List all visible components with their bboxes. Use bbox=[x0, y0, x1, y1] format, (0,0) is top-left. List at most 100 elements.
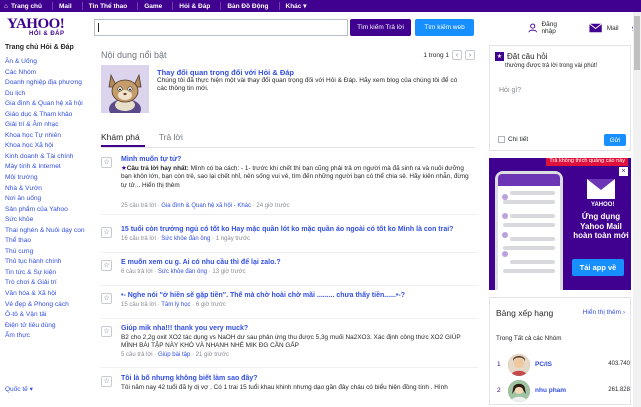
sidebar-category-link[interactable]: Doanh nghiệp địa phương bbox=[5, 78, 90, 89]
nav-more[interactable]: Khác ▾ bbox=[280, 2, 317, 10]
category-list: Ăn & Uống Các Nhóm Doanh nghiệp địa phương… bbox=[5, 57, 90, 342]
answer-count: 15 câu trả lời bbox=[121, 302, 156, 308]
sidebar-category-link[interactable]: Thể thao bbox=[5, 236, 90, 247]
avatar[interactable] bbox=[508, 380, 530, 402]
sidebar-category-link[interactable]: Môi trường bbox=[5, 173, 90, 184]
sidebar-category-link[interactable]: Nhà & Vườn bbox=[5, 184, 90, 195]
question-time: 6 giờ trước bbox=[195, 302, 226, 308]
nav-games[interactable]: Game bbox=[138, 3, 172, 10]
star-icon[interactable]: ☆ bbox=[101, 227, 112, 238]
question-title-link[interactable]: Tôi là bố nhưng không biết làm sao đây? bbox=[121, 375, 258, 382]
user-name-link[interactable]: PC/IS bbox=[535, 361, 552, 368]
avatar[interactable] bbox=[508, 354, 530, 376]
country-selector[interactable]: Quốc tế ▾ bbox=[5, 385, 33, 393]
sidebar-category-link[interactable]: Thai nghén & Nuôi dạy con bbox=[5, 226, 90, 237]
nav-answers[interactable]: Hỏi & Đáp bbox=[173, 3, 220, 10]
text-caret bbox=[98, 23, 99, 32]
next-arrow-icon[interactable]: › bbox=[465, 50, 475, 60]
question-title-link[interactable]: 15 tuổi còn trưởng ngủ có tốt ko Hay mặc… bbox=[121, 226, 453, 233]
sidebar-category-link[interactable]: Nơi ăn uống bbox=[5, 194, 90, 205]
sidebar-category-link[interactable]: Ăn & Uống bbox=[5, 57, 90, 68]
scrollbar-thumb[interactable] bbox=[634, 16, 640, 70]
question-title-link[interactable]: E muốn xem cu g. Ai có nhu cầu thì để lạ… bbox=[121, 259, 281, 266]
question-category-link[interactable]: Giúp bài tập bbox=[158, 352, 190, 358]
sidebar-category-link[interactable]: Thú cưng bbox=[5, 247, 90, 258]
nav-maps[interactable]: Bản Đồ Động bbox=[221, 3, 278, 10]
nav-mail[interactable]: Mail bbox=[53, 3, 82, 10]
question-title-link[interactable]: Mình muốn tự tử? bbox=[121, 156, 181, 163]
question-title-link[interactable]: •- Nghe nói "ở hiền sẽ gặp tiền". Thế mà… bbox=[121, 292, 405, 299]
sidebar-category-link[interactable]: Tin tức & Sự kiện bbox=[5, 268, 90, 279]
sidebar-category-link[interactable]: Thủ tục hành chính bbox=[5, 257, 90, 268]
close-icon[interactable]: × bbox=[619, 167, 628, 176]
sidebar-home-link[interactable]: Trang chủ Hỏi & Đáp bbox=[5, 44, 90, 51]
search-web-button[interactable]: Tìm kiếm web bbox=[415, 19, 474, 36]
leaderboard-filter[interactable]: Trong Tất cả các Nhóm bbox=[496, 335, 561, 342]
leaderboard-more-label: Hiển thị thêm bbox=[582, 309, 622, 316]
yahoo-answers-logo[interactable]: YAHOO! HỎI & ĐÁP bbox=[7, 17, 65, 38]
chevron-down-icon: ▾ bbox=[29, 386, 33, 393]
sidebar-category-link[interactable]: Văn hóa & Xã hội bbox=[5, 289, 90, 300]
send-question-button[interactable]: Gửi bbox=[604, 134, 626, 146]
phone-avatar-dot bbox=[502, 232, 508, 238]
question-category-link[interactable]: Tâm lý học bbox=[161, 302, 190, 308]
sidebar-category-link[interactable]: Kinh doanh & Tài chính bbox=[5, 152, 90, 163]
mail-envelope-icon[interactable] bbox=[589, 23, 603, 33]
phone-mockup-image bbox=[495, 171, 563, 290]
details-label: Chi tiết bbox=[508, 136, 529, 143]
question-answer-excerpt: ★Câu trả lời hay nhất: Mình có ba cách: … bbox=[121, 165, 471, 190]
ad-feedback-badge[interactable]: Trả không thích quảng cáo này bbox=[546, 158, 628, 166]
sidebar-category-link[interactable]: Các Nhóm bbox=[5, 68, 90, 79]
nav-sports[interactable]: Tin Thể thao bbox=[83, 3, 138, 10]
mail-link[interactable]: Mail bbox=[607, 25, 619, 32]
prev-arrow-icon[interactable]: ‹ bbox=[452, 50, 462, 60]
question-time: 21 giờ trước bbox=[195, 352, 229, 358]
featured-header: Nội dung nổi bật 1 trong 1 ‹ › bbox=[101, 50, 475, 60]
question-category-link[interactable]: Sức khỏe đàn ông bbox=[158, 269, 207, 275]
sidebar-category-link[interactable]: Khoa học Tự nhiên bbox=[5, 131, 90, 142]
featured-title-link[interactable]: Thay đổi quan trọng đối với Hỏi & Đáp bbox=[157, 68, 294, 77]
sidebar-category-link[interactable]: Trò chơi & Giải trí bbox=[5, 278, 90, 289]
sidebar-category-link[interactable]: Vẻ đẹp & Phong cách bbox=[5, 300, 90, 311]
sidebar-category-link[interactable]: Sản phẩm của Yahoo bbox=[5, 205, 90, 216]
question-tabs: Khám phá Trả lời bbox=[101, 128, 475, 148]
sidebar-category-link[interactable]: Điện tử tiêu dùng bbox=[5, 321, 90, 332]
star-icon[interactable]: ☆ bbox=[101, 326, 112, 337]
sidebar-category-link[interactable]: Giáo dục & Tham khảo bbox=[5, 110, 90, 121]
leaderboard-more-link[interactable]: Hiển thị thêm › bbox=[583, 309, 625, 316]
signin-link[interactable]: Đăng nhập bbox=[541, 21, 571, 35]
answer-count: 16 câu trả lời bbox=[121, 236, 156, 242]
user-name-link[interactable]: nhu pham bbox=[535, 387, 566, 394]
star-icon[interactable]: ☆ bbox=[101, 293, 112, 304]
page-scrollbar[interactable] bbox=[633, 12, 641, 407]
download-app-button[interactable]: Tải app về bbox=[572, 259, 624, 276]
search-input[interactable] bbox=[94, 19, 348, 36]
checkbox-box[interactable] bbox=[498, 136, 505, 143]
tab-discover[interactable]: Khám phá bbox=[101, 128, 145, 147]
details-checkbox[interactable]: Chi tiết bbox=[498, 136, 528, 143]
sidebar-category-link[interactable]: Sức khỏe bbox=[5, 215, 90, 226]
sidebar-category-link[interactable]: Khoa học Xã hội bbox=[5, 141, 90, 152]
tab-answer[interactable]: Trả lời bbox=[159, 128, 188, 147]
sidebar-category-link[interactable]: Gia đình & Quan hệ xã hội bbox=[5, 99, 90, 110]
phone-mail-line bbox=[503, 246, 555, 250]
nav-home[interactable]: ⌂ Trang chủ bbox=[0, 3, 52, 10]
search-answers-button[interactable]: Tìm kiếm Trả lời bbox=[350, 19, 411, 36]
ask-question-textarea[interactable]: Hỏi gì? bbox=[496, 84, 625, 129]
sidebar-category-link[interactable]: Máy tính & Internet bbox=[5, 162, 90, 173]
yahoo-mail-ad[interactable]: YAHOO! Ứng dụng Yahoo Mail hoàn toàn mới… bbox=[489, 158, 631, 290]
leaderboard-row[interactable]: 2 nhu pham 261.828 bbox=[496, 380, 630, 402]
sidebar-category-link[interactable]: Giải trí & Âm nhạc bbox=[5, 120, 90, 131]
question-title-link[interactable]: Giúp mik nha!!! thank you very muck? bbox=[121, 325, 248, 332]
star-icon[interactable]: ☆ bbox=[101, 260, 112, 271]
star-icon[interactable]: ☆ bbox=[101, 157, 112, 168]
sidebar-category-link[interactable]: Du lịch bbox=[5, 89, 90, 100]
leaderboard-row[interactable]: 1 PC/IS 403.740 bbox=[496, 354, 630, 376]
sidebar-category-link[interactable]: Ẩm thực bbox=[5, 331, 90, 342]
user-icon[interactable] bbox=[528, 23, 537, 33]
question-category-link[interactable]: Gia đình & Quan hệ xã hội - Khác bbox=[161, 203, 251, 209]
star-icon[interactable]: ☆ bbox=[101, 376, 112, 387]
sidebar-category-link[interactable]: Ô-tô & Vận tải bbox=[5, 310, 90, 321]
featured-mascot-image[interactable] bbox=[101, 65, 149, 119]
question-category-link[interactable]: Sức khỏe đàn ông bbox=[161, 236, 210, 242]
